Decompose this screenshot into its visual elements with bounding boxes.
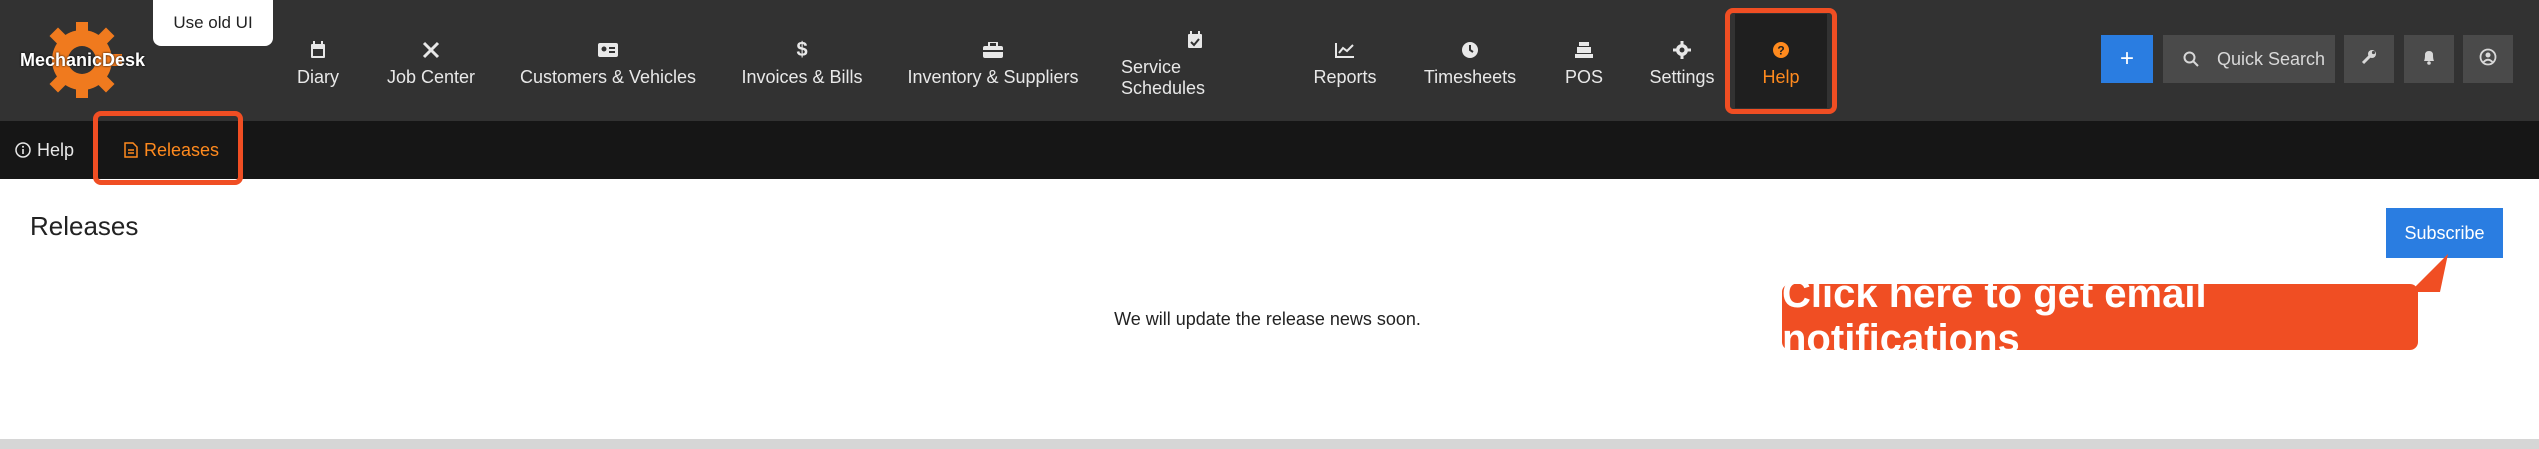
clock-icon — [1461, 39, 1479, 61]
nav-diary[interactable]: Diary — [293, 0, 343, 121]
search-icon — [2183, 51, 2199, 67]
nav-reports[interactable]: Reports — [1310, 0, 1380, 121]
calendar-check-icon — [1187, 29, 1203, 51]
use-old-ui-button[interactable]: Use old UI — [153, 0, 273, 46]
nav-customers-vehicles[interactable]: Customers & Vehicles — [518, 0, 698, 121]
subnav-help[interactable]: Help — [15, 121, 74, 179]
nav-service-schedules[interactable]: Service Schedules — [1121, 0, 1269, 121]
nav-job-center[interactable]: Job Center — [380, 0, 482, 121]
sub-navbar — [0, 121, 2539, 179]
nav-label-inventory-suppliers: Inventory & Suppliers — [907, 67, 1079, 87]
quick-search[interactable]: Quick Search — [2163, 35, 2335, 83]
nav-label-diary: Diary — [296, 67, 339, 87]
nav-pos[interactable]: POS — [1563, 0, 1605, 121]
bottom-divider — [0, 439, 2539, 449]
gear-icon — [1673, 39, 1691, 61]
nav-inventory-suppliers[interactable]: Inventory & Suppliers — [907, 0, 1079, 121]
brand-name: MechanicDesk — [20, 50, 146, 70]
tools-button[interactable] — [2344, 35, 2394, 83]
calendar-icon — [310, 39, 326, 61]
help-highlight-annotation — [1725, 8, 1837, 114]
dollar-icon: $ — [796, 38, 808, 61]
nav-label-job-center: Job Center — [386, 67, 476, 87]
nav-invoices-bills[interactable]: $ Invoices & Bills — [740, 0, 864, 121]
id-card-icon — [598, 39, 618, 61]
subscribe-button[interactable]: Subscribe — [2386, 208, 2503, 258]
nav-label-customers-vehicles: Customers & Vehicles — [519, 67, 697, 87]
chart-line-icon — [1335, 39, 1355, 61]
cash-register-icon — [1575, 39, 1593, 61]
toolbox-icon — [983, 39, 1003, 61]
nav-label-invoices-bills: Invoices & Bills — [741, 67, 863, 87]
nav-label-timesheets: Timesheets — [1423, 67, 1517, 87]
profile-button[interactable] — [2463, 35, 2513, 83]
wrench-icon — [2361, 49, 2377, 70]
subnav-label-help: Help — [37, 139, 75, 160]
email-notifications-callout: Click here to get email notifications — [1782, 272, 2418, 361]
user-circle-icon — [2479, 48, 2497, 71]
search-placeholder: Quick Search — [2217, 48, 2326, 69]
tools-icon — [422, 39, 440, 61]
mechanicdesk-logo[interactable]: MechanicDesk — [12, 20, 162, 100]
nav-label-settings: Settings — [1649, 67, 1715, 87]
info-circle-icon — [15, 142, 31, 158]
releases-highlight-annotation — [93, 111, 243, 185]
nav-label-service-schedules: Service Schedules — [1121, 56, 1206, 98]
nav-settings[interactable]: Settings — [1645, 0, 1719, 121]
page-title: Releases — [30, 211, 139, 241]
nav-timesheets[interactable]: Timesheets — [1420, 0, 1520, 121]
nav-label-reports: Reports — [1313, 67, 1377, 87]
notifications-button[interactable] — [2404, 35, 2454, 83]
add-button[interactable]: + — [2101, 35, 2153, 83]
bell-icon — [2421, 49, 2437, 70]
nav-label-pos: POS — [1564, 67, 1603, 87]
